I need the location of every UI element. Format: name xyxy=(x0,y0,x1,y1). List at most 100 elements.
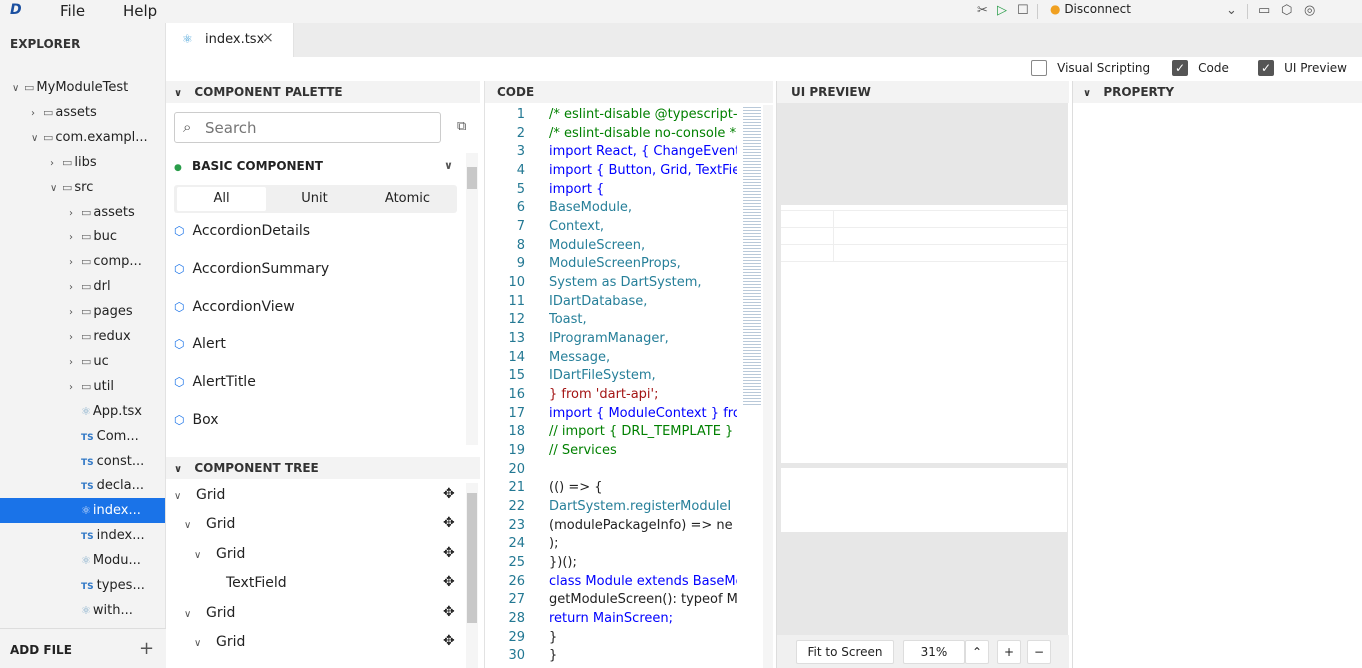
component-item[interactable]: ⬡ AlertTitle xyxy=(174,363,256,401)
tree-item[interactable]: TS types... xyxy=(0,573,165,598)
segment-unit[interactable]: Unit xyxy=(270,187,359,211)
visual-scripting-toggle[interactable]: Visual Scripting xyxy=(1031,60,1150,76)
tree-item[interactable]: ∨ ▭ com.exampl... xyxy=(0,125,165,150)
tree-item[interactable]: TS const... xyxy=(0,449,165,474)
zoom-out-button[interactable]: − xyxy=(1027,640,1051,664)
close-icon[interactable]: × xyxy=(262,30,274,46)
chevron-right-icon[interactable]: › xyxy=(69,250,81,275)
scrollbar[interactable] xyxy=(466,153,478,445)
chevron-right-icon[interactable]: › xyxy=(69,300,81,325)
menu-help[interactable]: Help xyxy=(123,2,157,20)
move-icon[interactable]: ✥ xyxy=(443,574,455,590)
tree-item[interactable]: ∨ ▭ MyModuleTest xyxy=(0,75,165,100)
tree-item[interactable]: › ▭ util xyxy=(0,374,165,399)
tree-item[interactable]: ⚛ index... xyxy=(0,498,165,524)
tree-item[interactable]: TS index... xyxy=(0,523,165,548)
component-item[interactable]: ⬡ AccordionView xyxy=(174,288,295,326)
tree-item[interactable]: TS decla... xyxy=(0,473,165,498)
chevron-down-icon[interactable]: ⌄ xyxy=(1226,3,1237,18)
chevron-down-icon[interactable]: ∨ xyxy=(184,600,206,629)
component-item[interactable]: ⬡ AccordionDetails xyxy=(174,212,310,250)
tree-node[interactable]: ∨ Grid xyxy=(194,540,245,569)
move-icon[interactable]: ✥ xyxy=(443,545,455,561)
chevron-up-icon[interactable]: ⌃ xyxy=(965,640,989,664)
move-icon[interactable]: ✥ xyxy=(443,515,455,531)
tools-icon[interactable]: ✂ xyxy=(977,3,988,18)
palette-header[interactable]: ∨ COMPONENT PALETTE xyxy=(166,81,480,103)
tab-index-tsx[interactable]: ⚛ index.tsx × xyxy=(166,23,294,57)
scrollbar[interactable] xyxy=(466,483,478,668)
stop-icon[interactable]: ☐ xyxy=(1017,3,1029,18)
group-header[interactable]: ● BASIC COMPONENT ∨ xyxy=(174,159,458,181)
chevron-right-icon[interactable]: › xyxy=(69,325,81,350)
component-item[interactable]: ⬡ Alert xyxy=(174,325,226,363)
popout-icon[interactable]: ⧉ xyxy=(457,119,466,134)
tree-item[interactable]: › ▭ drl xyxy=(0,274,165,299)
add-file-button[interactable]: + xyxy=(139,638,154,659)
tree-item[interactable]: › ▭ pages xyxy=(0,299,165,324)
tree-item[interactable]: › ▭ libs xyxy=(0,150,165,175)
chevron-down-icon[interactable]: ∨ xyxy=(184,511,206,540)
segment-atomic[interactable]: Atomic xyxy=(363,187,452,211)
component-item[interactable]: ⬡ AccordionSummary xyxy=(174,250,329,288)
tree-item[interactable]: › ▭ assets xyxy=(0,200,165,225)
tree-item[interactable]: › ▭ assets xyxy=(0,100,165,125)
scroll-thumb[interactable] xyxy=(467,167,477,189)
fit-to-screen-button[interactable]: Fit to Screen xyxy=(796,640,894,664)
chevron-down-icon[interactable]: ∨ xyxy=(50,176,62,201)
move-icon[interactable]: ✥ xyxy=(443,604,455,620)
tree-item[interactable]: ⚛ Modu... xyxy=(0,548,165,573)
play-icon[interactable]: ▷ xyxy=(997,3,1007,18)
tree-item[interactable]: › ▭ redux xyxy=(0,324,165,349)
chevron-right-icon[interactable]: › xyxy=(69,201,81,226)
chevron-right-icon[interactable]: › xyxy=(69,275,81,300)
tree-item[interactable]: › ▭ buc xyxy=(0,224,165,249)
tree-item[interactable]: ⚛ App.tsx xyxy=(0,399,165,424)
scroll-thumb[interactable] xyxy=(467,493,477,623)
typescript-file-icon: TS xyxy=(81,482,94,493)
chevron-down-icon[interactable]: ∨ xyxy=(12,76,24,101)
scrollbar[interactable] xyxy=(763,105,773,668)
menu-file[interactable]: File xyxy=(60,2,85,20)
tree-node[interactable]: TextField xyxy=(204,569,287,598)
chevron-right-icon[interactable]: › xyxy=(50,151,62,176)
segment-all[interactable]: All xyxy=(177,187,266,211)
device-icon[interactable]: ▭ xyxy=(1258,3,1270,18)
component-tree-header[interactable]: ∨ COMPONENT TREE xyxy=(166,457,480,479)
chevron-right-icon[interactable]: › xyxy=(69,350,81,375)
chevron-right-icon[interactable]: › xyxy=(31,101,43,126)
component-item[interactable]: ⬡ Box xyxy=(174,401,219,439)
move-icon[interactable]: ✥ xyxy=(443,633,455,649)
tree-item[interactable]: ⚛ with... xyxy=(0,598,165,623)
tree-node[interactable]: ∨ Grid xyxy=(174,481,225,510)
tree-item[interactable]: › ▭ uc xyxy=(0,349,165,374)
line-number: 16 xyxy=(508,387,525,403)
chevron-down-icon[interactable]: ∨ xyxy=(31,126,43,151)
search-input[interactable] xyxy=(205,117,430,139)
tree-node[interactable]: ∨ Grid xyxy=(194,628,245,657)
tree-node[interactable]: ∨ Grid xyxy=(184,510,235,539)
preview-canvas[interactable] xyxy=(781,205,1067,463)
chevron-down-icon[interactable]: ∨ xyxy=(194,541,216,570)
minimap[interactable] xyxy=(743,105,761,405)
line-number: 26 xyxy=(508,573,525,589)
search-box[interactable]: ⌕ xyxy=(174,112,441,143)
preview-canvas-lower[interactable] xyxy=(781,468,1067,532)
ui-preview-toggle[interactable]: ✓ UI Preview xyxy=(1258,60,1347,76)
chevron-down-icon[interactable]: ∨ xyxy=(174,482,196,511)
chevron-down-icon[interactable]: ∨ xyxy=(194,629,216,658)
property-header[interactable]: ∨ PROPERTY xyxy=(1073,81,1362,103)
tree-item[interactable]: TS Com... xyxy=(0,424,165,449)
tree-item[interactable]: › ▭ comp... xyxy=(0,249,165,274)
zoom-field[interactable]: 31% xyxy=(903,640,965,664)
tree-node[interactable]: ∨ Grid xyxy=(184,599,235,628)
chevron-right-icon[interactable]: › xyxy=(69,225,81,250)
code-toggle[interactable]: ✓ Code xyxy=(1172,60,1229,76)
zoom-in-button[interactable]: + xyxy=(997,640,1021,664)
package-icon[interactable]: ⬡ xyxy=(1281,3,1292,18)
tree-item[interactable]: ∨ ▭ src xyxy=(0,175,165,200)
connection-select[interactable]: ● Disconnect xyxy=(1050,2,1131,16)
move-icon[interactable]: ✥ xyxy=(443,486,455,502)
chevron-right-icon[interactable]: › xyxy=(69,375,81,400)
account-icon[interactable]: ◎ xyxy=(1304,3,1315,18)
